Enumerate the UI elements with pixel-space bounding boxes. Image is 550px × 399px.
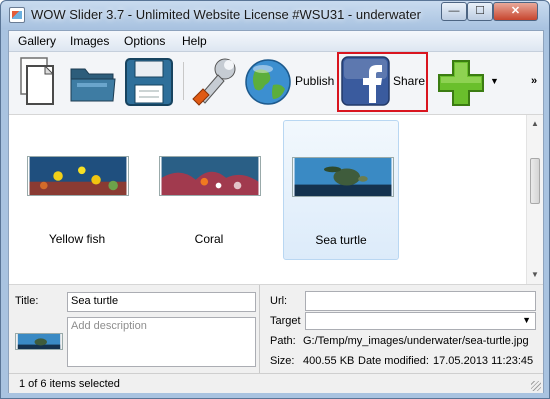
title-bar[interactable]: WOW Slider 3.7 - Unlimited Website Licen… xyxy=(1,1,549,29)
new-icon xyxy=(20,57,55,105)
toolbar-overflow-button[interactable]: » xyxy=(531,75,537,87)
chevron-down-icon: ▼ xyxy=(522,315,531,325)
add-images-button[interactable] xyxy=(435,55,489,109)
menu-options[interactable]: Options xyxy=(124,34,165,48)
title-label: Title: xyxy=(15,295,39,307)
status-bar: 1 of 6 items selected xyxy=(9,373,543,393)
wrench-icon xyxy=(192,58,236,106)
share-button[interactable]: Share xyxy=(341,55,425,109)
gallery-item-label: Sea turtle xyxy=(315,233,367,247)
menu-images[interactable]: Images xyxy=(70,34,109,48)
image-gallery: Yellow fish Coral Sea turtle ▲ ▼ xyxy=(9,114,543,285)
share-label: Share xyxy=(393,74,426,88)
url-input[interactable] xyxy=(305,291,536,311)
save-button[interactable] xyxy=(123,55,175,109)
add-icon xyxy=(438,60,484,106)
gallery-item-selected[interactable]: Sea turtle xyxy=(283,120,399,260)
target-label: Target xyxy=(270,315,301,327)
scroll-down-arrow[interactable]: ▼ xyxy=(531,270,539,279)
close-button[interactable]: ✕ xyxy=(493,2,538,21)
save-icon xyxy=(125,58,173,106)
globe-icon xyxy=(245,59,291,105)
image-properties-panel: Title: Sea turtle Add description Url: T… xyxy=(9,285,543,373)
menu-gallery[interactable]: Gallery xyxy=(18,34,56,48)
new-button[interactable] xyxy=(13,55,63,109)
add-dropdown-arrow[interactable]: ▼ xyxy=(490,76,499,86)
image-thumbnail xyxy=(159,156,261,196)
path-label: Path: xyxy=(270,335,296,347)
app-window: WOW Slider 3.7 - Unlimited Website Licen… xyxy=(0,0,550,399)
gallery-item[interactable]: Coral xyxy=(151,120,267,260)
toolbar-separator xyxy=(183,62,184,100)
description-input[interactable]: Add description xyxy=(67,317,256,367)
gallery-scrollbar[interactable]: ▲ ▼ xyxy=(526,115,543,284)
publish-label: Publish xyxy=(295,74,335,88)
selection-status: 1 of 6 items selected xyxy=(19,378,120,390)
title-input[interactable]: Sea turtle xyxy=(67,292,256,312)
menu-help[interactable]: Help xyxy=(182,34,207,48)
open-button[interactable] xyxy=(67,55,119,109)
target-select[interactable]: ▼ xyxy=(305,312,536,330)
menu-bar: Gallery Images Options Help xyxy=(9,31,543,52)
selected-image-preview xyxy=(15,333,63,350)
toolbar: Publish Share ▼ » xyxy=(9,52,543,114)
maximize-button[interactable]: ☐ xyxy=(467,2,493,21)
open-folder-icon xyxy=(70,68,116,102)
image-thumbnail xyxy=(292,157,394,197)
client-area: Gallery Images Options Help Publish Shar… xyxy=(8,30,544,393)
size-label: Size: xyxy=(270,355,295,367)
date-modified-value: 17.05.2013 11:23:45 xyxy=(433,355,534,367)
app-icon[interactable] xyxy=(9,7,25,23)
image-details: Title: Sea turtle Add description xyxy=(9,285,260,373)
image-thumbnail xyxy=(27,156,129,196)
window-title: WOW Slider 3.7 - Unlimited Website Licen… xyxy=(31,7,421,22)
gallery-item-label: Coral xyxy=(194,232,224,246)
gallery-item-label: Yellow fish xyxy=(48,232,106,246)
url-label: Url: xyxy=(270,295,288,307)
scrollbar-thumb[interactable] xyxy=(530,158,540,204)
date-modified-label: Date modified: xyxy=(358,355,429,367)
settings-button[interactable] xyxy=(187,55,239,109)
facebook-icon xyxy=(341,56,390,106)
gallery-item[interactable]: Yellow fish xyxy=(19,120,135,260)
publish-button[interactable]: Publish xyxy=(243,55,335,109)
path-value: G:/Temp/my_images/underwater/sea-turtle.… xyxy=(303,335,529,347)
scroll-up-arrow[interactable]: ▲ xyxy=(531,119,539,128)
resize-grip[interactable] xyxy=(531,381,541,391)
description-placeholder: Add description xyxy=(71,320,147,332)
minimize-button[interactable]: — xyxy=(441,2,467,21)
size-value: 400.55 KB xyxy=(303,355,355,367)
